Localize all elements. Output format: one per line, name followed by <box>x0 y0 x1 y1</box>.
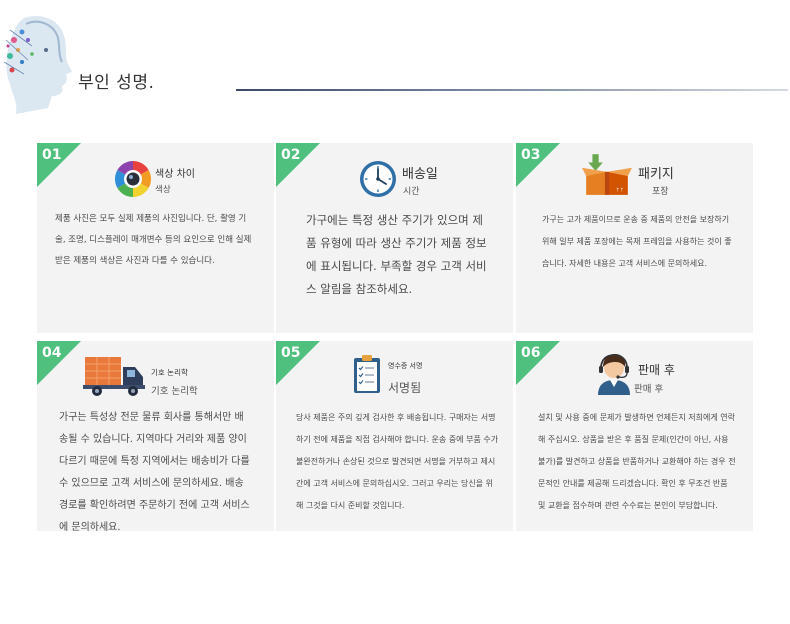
clock-icon <box>360 161 396 197</box>
package-box-icon: ↑↑ <box>582 154 632 195</box>
card-title: 색상 차이 <box>155 169 195 180</box>
card-body: 설치 및 사용 중에 문제가 발생하면 언제든지 저희에게 연락해 주십시오. … <box>538 413 736 510</box>
camera-lens-icon <box>114 161 152 197</box>
card-body: 가구는 특성상 전문 물류 회사를 통해서만 배송될 수 있습니다. 지역마다 … <box>59 412 250 531</box>
card-number: 02 <box>281 147 301 163</box>
card-color-difference: 01 색상 차이 색상 제품 사진은 모두 실제 제품의 사진입니다. 단, 촬… <box>37 143 274 333</box>
card-delivery-date: 02 배송일 시간 가구에는 특정 생산 주기가 있으며 제품 유형에 따라 생… <box>276 143 513 333</box>
title-divider <box>236 89 788 91</box>
card-package: 03 ↑↑ 패키지 포장 가구는 고가 제품이므로 운송 중 제품의 안전을 보… <box>516 143 753 333</box>
page-title: 부인 성명. <box>78 73 155 93</box>
card-subtitle: 포장 <box>652 187 669 197</box>
profile-head-art-icon <box>3 16 72 114</box>
card-number: 06 <box>521 345 541 361</box>
card-body: 가구는 고가 제품이므로 운송 중 제품의 안전을 보장하기 위해 일부 제품 … <box>542 215 732 268</box>
card-subtitle: 색상 <box>155 185 171 195</box>
card-title: 패키지 <box>638 167 674 182</box>
card-logistics: 04 기호 논리학 기호 논리학 가구는 특성상 전문 물류 회사를 통해서만 … <box>37 341 274 531</box>
card-receipt-signature: 05 영수증 서명 서명됨 당사 제품은 주의 깊게 검사한 후 배송됩니다. … <box>276 341 513 531</box>
card-title: 영수증 서명 <box>388 362 423 370</box>
card-body: 당사 제품은 주의 깊게 검사한 후 배송됩니다. 구매자는 서명하기 전에 제… <box>296 413 499 510</box>
card-number: 01 <box>42 147 62 163</box>
delivery-truck-icon <box>83 357 145 396</box>
card-number: 03 <box>521 147 541 163</box>
card-body: 제품 사진은 모두 실제 제품의 사진입니다. 단, 촬영 기술, 조명, 디스… <box>55 214 252 266</box>
card-number: 04 <box>42 345 62 361</box>
card-number: 05 <box>281 345 301 361</box>
card-title: 판매 후 <box>638 363 675 377</box>
card-subtitle: 시간 <box>403 187 420 197</box>
card-body: 가구에는 특정 생산 주기가 있으며 제품 유형에 따라 생산 주기가 제품 정… <box>306 213 487 296</box>
card-subtitle: 기호 논리학 <box>151 386 198 397</box>
card-title: 배송일 <box>402 167 438 182</box>
header: 부인 성명. <box>0 0 790 120</box>
card-subtitle: 판매 후 <box>634 384 664 395</box>
card-after-sales: 06 판매 후 판매 후 설치 및 사용 중에 문제가 발생하면 언제든지 저희… <box>516 341 753 531</box>
card-title: 기호 논리학 <box>151 368 188 377</box>
clipboard-checklist-icon <box>354 355 380 393</box>
support-agent-icon <box>598 354 630 395</box>
card-subtitle: 서명됨 <box>388 381 422 395</box>
svg-text:↑↑: ↑↑ <box>615 188 624 194</box>
